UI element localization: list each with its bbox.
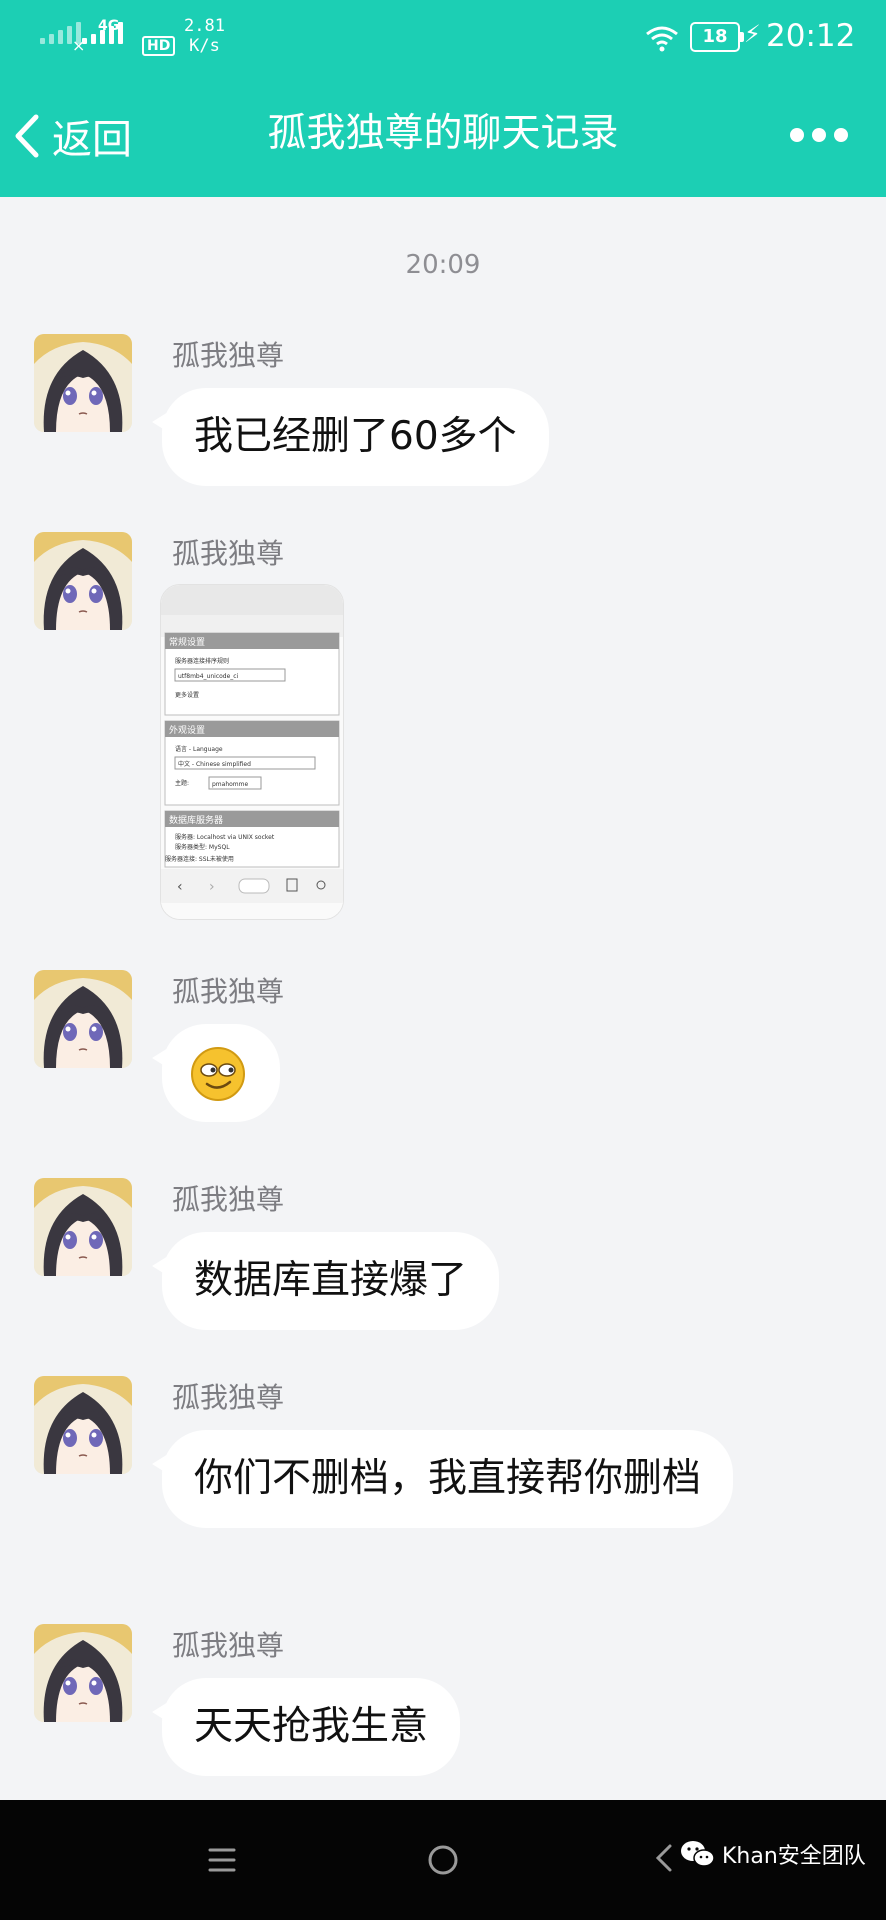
signal-icon-sim2 — [82, 22, 123, 44]
status-bar: × 4G HD 2.81 K/s 18 ⚡ 20:12 — [0, 0, 886, 80]
network-speed: 2.81 K/s — [184, 16, 225, 56]
sender-name: 孤我独尊 — [172, 1381, 285, 1414]
charging-icon: ⚡ — [744, 20, 761, 48]
image-text: 语言 - Language — [175, 745, 223, 753]
network-speed-value: 2.81 — [184, 16, 225, 36]
watermark: Khan安全团队 — [680, 1838, 866, 1870]
svg-text:›: › — [209, 879, 215, 895]
emoji-message[interactable] — [152, 1024, 280, 1122]
avatar[interactable] — [34, 532, 132, 630]
image-text: 服务器连接: SSL未被使用 — [165, 855, 234, 863]
phpmyadmin-screenshot-image: 常规设置 服务器连接排序规则 utf8mb4_unicode_ci 更多设置 外… — [161, 585, 343, 919]
avatar[interactable] — [34, 334, 132, 432]
svg-text:‹: ‹ — [177, 879, 183, 895]
smirk-emoji-icon — [191, 1047, 245, 1101]
chat-timestamp: 20:09 — [405, 250, 481, 280]
menu-button[interactable] — [192, 1830, 252, 1890]
home-circle-icon — [428, 1845, 458, 1875]
image-text: 外观设置 — [169, 724, 205, 736]
wechat-icon — [681, 1841, 715, 1867]
avatar[interactable] — [34, 970, 132, 1068]
message-bubble[interactable]: 天天抢我生意 — [151, 1678, 461, 1776]
sender-name: 孤我独尊 — [172, 1183, 285, 1216]
more-options-button[interactable] — [790, 128, 848, 142]
message-bubble[interactable]: 你们不删档，我直接帮你删档 — [151, 1430, 734, 1528]
image-text: utf8mb4_unicode_ci — [178, 673, 239, 680]
avatar[interactable] — [34, 1624, 132, 1722]
avatar[interactable] — [34, 1376, 132, 1474]
image-text: 更多设置 — [175, 691, 199, 699]
battery-icon: 18 — [690, 22, 744, 52]
avatar[interactable] — [34, 1178, 132, 1276]
menu-icon — [208, 1848, 236, 1872]
sender-name: 孤我独尊 — [172, 339, 285, 372]
home-button[interactable] — [413, 1830, 473, 1890]
sender-name: 孤我独尊 — [172, 1629, 285, 1662]
page-title: 孤我独尊的聊天记录 — [267, 111, 619, 156]
message-bubble[interactable]: 数据库直接爆了 — [151, 1232, 500, 1330]
more-dot-icon — [790, 128, 804, 142]
image-message[interactable]: 常规设置 服务器连接排序规则 utf8mb4_unicode_ci 更多设置 外… — [160, 584, 344, 920]
image-text: 服务器类型: MySQL — [175, 843, 230, 851]
image-text: pmahomme — [212, 781, 248, 788]
image-text: 服务器连接排序规则 — [175, 657, 229, 665]
image-text: 数据库服务器 — [169, 814, 223, 826]
more-dot-icon — [812, 128, 826, 142]
more-dot-icon — [834, 128, 848, 142]
chevron-left-icon — [15, 114, 39, 158]
image-text: 中文 - Chinese simplified — [178, 760, 251, 768]
sender-name: 孤我独尊 — [172, 975, 285, 1008]
image-text: 常规设置 — [169, 636, 205, 648]
watermark-text: Khan安全团队 — [722, 1844, 866, 1869]
sender-name: 孤我独尊 — [172, 537, 285, 570]
back-label: 返回 — [52, 117, 132, 163]
header-nav: 返回 孤我独尊的聊天记录 — [0, 80, 886, 197]
top-bar: × 4G HD 2.81 K/s 18 ⚡ 20:12 返回 孤我独尊的聊天记录 — [0, 0, 886, 197]
status-time: 20:12 — [766, 18, 856, 54]
image-text: 服务器: Localhost via UNIX socket — [175, 833, 275, 841]
message-bubble[interactable]: 我已经删了60多个 — [152, 388, 549, 486]
wifi-icon — [646, 26, 678, 52]
network-speed-unit: K/s — [189, 36, 220, 56]
image-text: 主题: — [175, 779, 189, 787]
system-nav-bar: Khan安全团队 — [0, 1800, 886, 1920]
hd-badge: HD — [142, 36, 176, 56]
back-button[interactable]: 返回 — [12, 108, 132, 164]
